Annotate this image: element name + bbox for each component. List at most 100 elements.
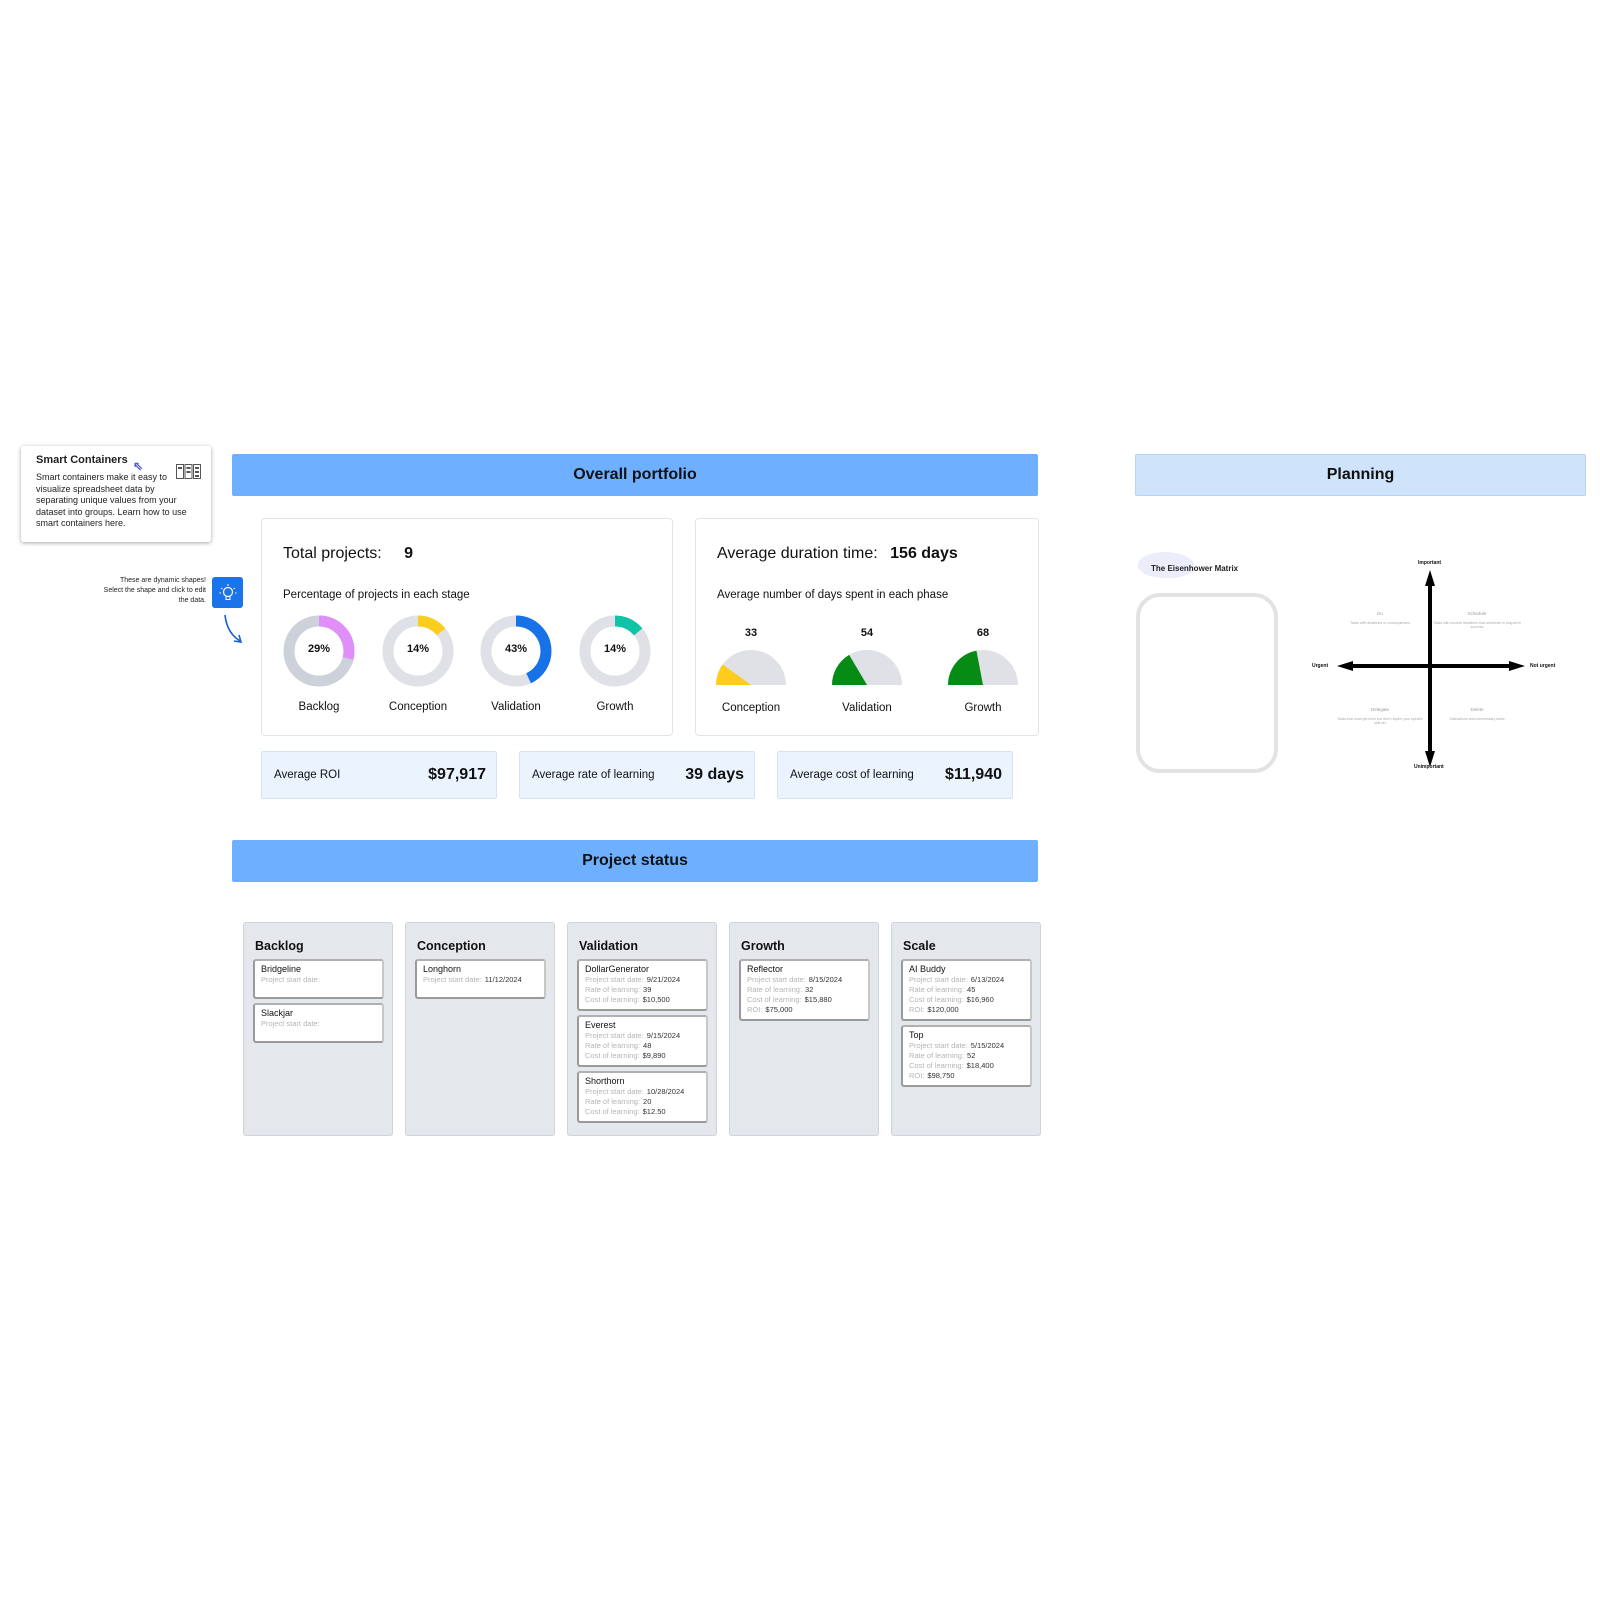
project-field: ROI: $98,750 (909, 1071, 1024, 1081)
quadrant-delete[interactable]: Delete Distractions and unnecessary task… (1432, 707, 1522, 721)
gauge-chart (716, 650, 786, 685)
quadrant-desc: Tasks with deadlines or consequences (1350, 621, 1410, 625)
field-key: Cost of learning: (909, 995, 964, 1004)
duration-label: Average duration time: (717, 545, 878, 562)
field-value: $9,890 (642, 1051, 666, 1060)
column-title: Scale (903, 939, 936, 953)
quadrant-do[interactable]: Do Tasks with deadlines or consequences (1335, 611, 1425, 625)
project-field: Cost of learning: $15,880 (747, 995, 862, 1005)
total-projects-label: Total projects: (283, 545, 382, 562)
project-field: Rate of learning: 48 (585, 1041, 700, 1051)
column-title: Backlog (255, 939, 304, 953)
quadrant-schedule[interactable]: Schedule Tasks with unclear deadlines th… (1432, 611, 1522, 629)
stage-donut-growth[interactable]: 14% Growth (579, 615, 651, 713)
project-card[interactable]: Everest Project start date: 9/15/2024 Rate … (577, 1015, 708, 1067)
field-key: Cost of learning: (585, 1107, 640, 1116)
field-value: 9/21/2024 (646, 975, 681, 984)
project-card[interactable]: Bridgeline Project start date: (253, 959, 384, 999)
kpi-value: $97,917 (428, 766, 486, 783)
quadrant-title: Delete (1470, 707, 1484, 712)
status-column-growth: Growth Reflector Project start date: 8/15/2… (729, 922, 879, 1136)
project-card[interactable]: Slackjar Project start date: (253, 1003, 384, 1043)
project-field: Cost of learning: $9,890 (585, 1051, 700, 1061)
quadrant-desc: Distractions and unnecessary tasks (1449, 717, 1505, 721)
axis-label-top: Important (1418, 560, 1442, 566)
project-card[interactable]: Reflector Project start date: 8/15/2024 Rat… (739, 959, 870, 1021)
planning-header: Planning (1135, 454, 1586, 496)
project-field: Project start date: 6/13/2024 (909, 975, 1024, 985)
quadrant-desc: Tasks with unclear deadlines that contri… (1433, 621, 1521, 629)
project-name: Shorthorn (585, 1076, 625, 1086)
kpi-card: Average rate of learning 39 days (519, 751, 755, 799)
axis-label-bottom: Unimportant (1414, 764, 1444, 770)
project-field: Project start date: 9/21/2024 (585, 975, 700, 985)
field-value: 52 (967, 1051, 976, 1060)
lightbulb-button[interactable] (212, 577, 243, 608)
field-value: 32 (805, 985, 814, 994)
field-key: Cost of learning: (909, 1061, 964, 1070)
stage-donut-validation[interactable]: 43% Validation (480, 615, 552, 713)
smart-containers-note[interactable]: Smart Containers Smart containers make i… (21, 446, 211, 542)
kpi-value: 39 days (685, 766, 744, 783)
quadrant-delegate[interactable]: Delegate Tasks that must get done but do… (1335, 707, 1425, 725)
arrow-right-icon (1509, 661, 1525, 671)
field-value: 11/12/2024 (484, 975, 522, 984)
project-card[interactable]: AI Buddy Project start date: 6/13/2024 Rate… (901, 959, 1032, 1021)
project-card[interactable]: Shorthorn Project start date: 10/28/2024 Ra… (577, 1071, 708, 1123)
kpi-card: Average ROI $97,917 (261, 751, 497, 799)
stage-donut-backlog[interactable]: 29% Backlog (283, 615, 355, 713)
donut-percent: 14% (406, 643, 430, 655)
project-name: Longhorn (423, 964, 462, 974)
curved-arrow-icon (224, 614, 243, 643)
phase-gauge-growth[interactable]: 68 Growth (946, 627, 1020, 714)
field-key: Cost of learning: (585, 1051, 640, 1060)
field-key: Project start date: (261, 975, 320, 984)
gauge-value: 68 (976, 627, 990, 639)
phase-subtitle: Average number of days spent in each pha… (717, 589, 949, 601)
field-value: 45 (967, 985, 976, 994)
project-name: Bridgeline (261, 964, 302, 974)
project-field: Project start date: (261, 975, 376, 985)
project-field: Rate of learning: 20 (585, 1097, 700, 1107)
project-card[interactable]: DollarGenerator Project start date: 9/21/2… (577, 959, 708, 1011)
field-key: Rate of learning: (747, 985, 803, 994)
total-projects-card: Total projects: 9 Percentage of projects… (261, 518, 673, 736)
column-title: Growth (741, 939, 785, 953)
eisenhower-frame[interactable] (1136, 593, 1278, 773)
gauge-chart (948, 650, 1018, 685)
project-field: Rate of learning: 32 (747, 985, 862, 995)
project-card[interactable]: Top Project start date: 5/15/2024 Rate of l… (901, 1025, 1032, 1087)
field-value: 6/13/2024 (970, 975, 1005, 984)
project-field: Rate of learning: 52 (909, 1051, 1024, 1061)
column-title: Validation (579, 939, 639, 953)
phase-gauge-validation[interactable]: 54 Validation (830, 627, 904, 714)
kpi-label: Average cost of learning (790, 769, 914, 781)
project-field: Cost of learning: $16,960 (909, 995, 1024, 1005)
field-value: 48 (643, 1041, 652, 1050)
project-card[interactable]: Longhorn Project start date: 11/12/2024 (415, 959, 546, 999)
gauge-chart (832, 650, 902, 685)
field-value: $18,400 (966, 1061, 994, 1070)
project-field: ROI: $120,000 (909, 1005, 1024, 1015)
project-field: Project start date: 11/12/2024 (423, 975, 538, 985)
project-field: Project start date: 9/15/2024 (585, 1031, 700, 1041)
field-key: ROI: (909, 1005, 925, 1014)
project-field: Rate of learning: 39 (585, 985, 700, 995)
axis-label-right: Not urgent (1530, 663, 1556, 669)
stage-donut-conception[interactable]: 14% Conception (382, 615, 454, 713)
project-field: Project start date: 5/15/2024 (909, 1041, 1024, 1051)
kpi-label: Average rate of learning (532, 769, 655, 781)
project-field: Cost of learning: $10,500 (585, 995, 700, 1005)
field-key: Project start date: (909, 975, 968, 984)
project-field: ROI: $75,000 (747, 1005, 862, 1015)
donut-percent: 14% (603, 643, 627, 655)
field-value: 9/15/2024 (646, 1031, 681, 1040)
axis-label-left: Urgent (1312, 663, 1329, 669)
field-key: Project start date: (261, 1019, 320, 1028)
phase-gauge-conception[interactable]: 33 Conception (714, 627, 788, 714)
stage-subtitle: Percentage of projects in each stage (283, 589, 470, 601)
column-title: Conception (417, 939, 486, 953)
field-value: $16,960 (966, 995, 994, 1004)
gauge-value: 54 (860, 627, 874, 639)
field-key: Rate of learning: (585, 985, 641, 994)
